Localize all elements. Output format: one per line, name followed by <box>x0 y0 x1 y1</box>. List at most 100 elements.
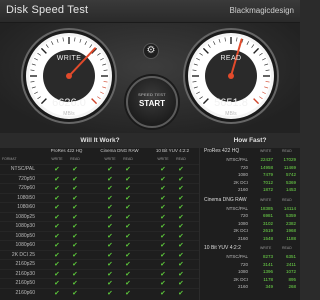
speed-row: 2160 349 268 <box>200 283 300 290</box>
row-format-label: 2160p30 <box>15 270 35 277</box>
read-fps-value: 5742 <box>285 172 296 177</box>
write-fps-value: 7479 <box>262 172 273 177</box>
table-row: 2160p30 ✔ ✔ ✔ ✔ ✔ ✔ <box>0 268 199 279</box>
read-fps-value: 1968 <box>285 228 296 233</box>
row-format-label: 2160p60 <box>15 289 35 296</box>
format-group-header: ProRes 422 HQ <box>50 148 83 153</box>
table-row: 1080i60 ✔ ✔ ✔ ✔ ✔ ✔ <box>0 202 199 212</box>
row-format-label: NTSC/PAL <box>10 166 35 172</box>
row-format-label: 2K DCI 25 <box>11 251 35 258</box>
table-row: 1080p60 ✔ ✔ ✔ ✔ ✔ ✔ <box>0 240 199 250</box>
write-fps-value: 1178 <box>263 276 273 282</box>
row-format-label: 1080i60 <box>17 204 35 210</box>
gear-icon: ⚙ <box>146 45 156 56</box>
speed-row-label: 2160 <box>237 235 248 241</box>
write-fps-value: 2619 <box>262 228 273 233</box>
speed-row-label: NTSC/PAL <box>226 254 248 259</box>
speed-row-label: 2K DCI <box>233 276 248 282</box>
settings-gear-button[interactable]: ⚙ <box>143 43 159 59</box>
write-fps-value: 1396 <box>262 269 273 274</box>
table-row: 2160p25 ✔ ✔ ✔ ✔ ✔ ✔ <box>0 259 199 269</box>
read-fps-value: 6351 <box>285 254 296 259</box>
table-row: NTSC/PAL ✔ ✔ ✔ ✔ ✔ ✔ <box>0 164 199 174</box>
speed-row: 1080 1396 1072 <box>200 268 300 275</box>
row-format-label: 2160p25 <box>15 261 35 267</box>
read-fps-value: 17029 <box>283 157 296 162</box>
speed-row: 1080 7479 5742 <box>200 171 300 178</box>
check-icon: ✔ <box>54 289 60 297</box>
speed-row-label: NTSC/PAL <box>226 157 248 162</box>
speed-row-label: 2160 <box>237 284 248 289</box>
start-button-subtitle: SPEED TEST <box>138 92 166 97</box>
read-fps-value: 5359 <box>285 213 296 218</box>
subheader-write: WRITE <box>260 149 272 153</box>
format-group-headers: ProRes 422 HQ Cinema DNG RAW 10 Bit YUV 4:… <box>40 148 199 156</box>
gauges-panel: WRITE 6626.0 MB/s ⚙ SPEED TEST START REA… <box>0 23 300 133</box>
write-fps-value: 1548 <box>262 235 273 241</box>
read-speed-units: MB/s <box>225 111 237 117</box>
row-format-label: 720p50 <box>18 175 35 182</box>
read-gauge-title: READ <box>220 55 242 62</box>
write-fps-value: 1872 <box>262 187 273 192</box>
speed-row: 2K DCI 2619 1968 <box>200 227 300 234</box>
speed-row: 2160 1872 1453 <box>200 186 300 193</box>
table-row: 1080p25 ✔ ✔ ✔ ✔ ✔ ✔ <box>0 211 199 222</box>
read-fps-value: 1188 <box>286 235 296 241</box>
read-fps-value: 2382 <box>285 220 296 226</box>
speed-row-label: 720 <box>240 164 248 170</box>
read-gauge: READ 5651.8 MB/s <box>182 27 280 125</box>
start-button-label: START <box>138 99 166 108</box>
how-fast-table: ProRes 422 HQ WRITE READ NTSC/PAL 22437 17029… <box>200 148 300 300</box>
table-row: 2K DCI 25 ✔ ✔ ✔ ✔ ✔ ✔ <box>0 249 199 260</box>
speed-row: 1080 3102 2382 <box>200 220 300 227</box>
table-row: 2160p50 ✔ ✔ ✔ ✔ ✔ ✔ <box>0 278 199 288</box>
write-fps-value: 3141 <box>262 261 273 267</box>
speed-row-label: 1080 <box>237 269 248 274</box>
read-fps-value: 11469 <box>283 164 296 170</box>
check-icon: ✔ <box>125 289 131 297</box>
read-fps-value: 2411 <box>286 261 296 267</box>
read-fps-value: 895 <box>288 276 296 282</box>
speed-row: NTSC/PAL 18385 14114 <box>200 205 300 212</box>
read-fps-value: 14114 <box>283 205 296 211</box>
row-format-label: 2160p50 <box>15 280 35 286</box>
subheader-read: READ <box>176 157 186 161</box>
speed-row-label: 1080 <box>237 172 248 177</box>
speed-row-label: NTSC/PAL <box>226 205 248 211</box>
speed-row: 720 6981 5359 <box>200 212 300 219</box>
app-title: Disk Speed Test <box>6 4 89 16</box>
speed-row-label: 2160 <box>237 187 248 192</box>
row-format-label: 1080p25 <box>15 213 35 220</box>
subheader-write: WRITE <box>260 197 272 202</box>
brand-logo: Blackmagicdesign <box>229 6 294 15</box>
write-fps-value: 14958 <box>260 164 273 170</box>
write-fps-value: 22437 <box>260 157 273 162</box>
table-row: 1080p50 ✔ ✔ ✔ ✔ ✔ ✔ <box>0 230 199 241</box>
subheader-write: WRITE <box>51 157 63 161</box>
row-format-label: 1080p50 <box>15 232 35 239</box>
speed-row-label: 720 <box>240 213 248 218</box>
write-gauge-title: WRITE <box>56 55 82 62</box>
row-format-label: 1080p30 <box>15 223 35 229</box>
subheader-read: READ <box>282 246 292 250</box>
read-fps-value: 268 <box>288 284 296 289</box>
read-fps-value: 1072 <box>285 269 296 274</box>
format-group-header: 10 Bit YUV 4:2:2 <box>155 148 190 153</box>
check-icon: ✔ <box>178 289 184 297</box>
start-speed-test-button[interactable]: SPEED TEST START <box>126 76 178 128</box>
speed-row-label: 1080 <box>237 220 248 226</box>
speed-row: NTSC/PAL 22437 17029 <box>200 156 300 163</box>
speed-row: NTSC/PAL 8273 6351 <box>200 253 300 260</box>
title-bar: Disk Speed Test Blackmagicdesign <box>0 0 300 23</box>
table-row: 720p60 ✔ ✔ ✔ ✔ ✔ ✔ <box>0 183 199 193</box>
will-it-work-table: ProRes 422 HQ Cinema DNG RAW 10 Bit YUV 4:… <box>0 148 199 300</box>
subheader-write: WRITE <box>157 157 169 161</box>
row-format-label: 1080p60 <box>15 242 35 248</box>
speed-row: 2K DCI 1178 895 <box>200 276 300 283</box>
subheader-read: READ <box>70 157 80 161</box>
write-fps-value: 18385 <box>260 205 273 211</box>
write-gauge: WRITE 6626.0 MB/s <box>20 27 118 125</box>
subheader-write: WRITE <box>104 157 116 161</box>
write-speed-units: MB/s <box>63 111 75 117</box>
check-icon: ✔ <box>107 289 113 297</box>
